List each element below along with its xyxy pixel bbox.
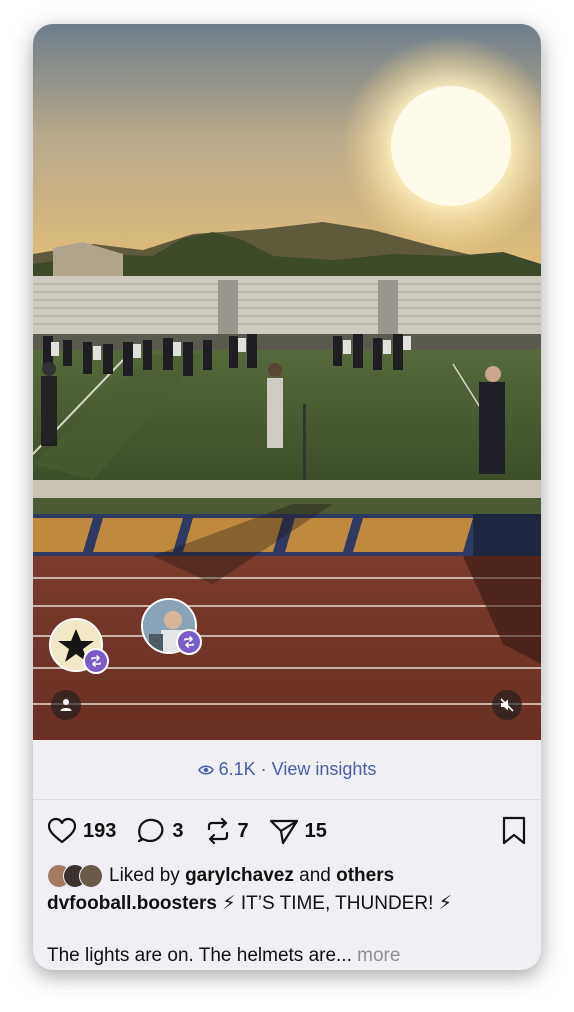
post-card: 6.1K · View insights 193 3 7 15 Liked by… [33, 24, 541, 970]
mute-icon [500, 698, 514, 712]
action-row: 193 3 7 15 [47, 814, 527, 848]
post-photo[interactable] [33, 24, 541, 740]
post-username[interactable]: dvfooball.boosters [47, 893, 217, 914]
more-link[interactable]: more [357, 945, 400, 966]
liker-avatar [79, 864, 103, 888]
heart-icon [47, 817, 77, 844]
repost-button[interactable]: 7 [204, 817, 249, 845]
liked-by-row[interactable]: Liked by garylchavez and others [47, 862, 394, 890]
liked-by-others[interactable]: others [336, 865, 394, 887]
eye-icon [197, 764, 214, 776]
like-count: 193 [83, 819, 117, 842]
share-count: 15 [304, 819, 327, 842]
caption-line-1: dvfooball.boosters ⚡ IT’S TIME, THUNDER!… [47, 890, 537, 918]
view-insights-link[interactable]: View insights [272, 759, 377, 780]
repost-badge-2 [176, 629, 202, 655]
liked-by-user[interactable]: garylchavez [185, 865, 294, 887]
separator: · [255, 759, 272, 779]
caption-line-2: The lights are on. The helmets are... mo… [47, 942, 537, 970]
person-icon [60, 699, 72, 711]
share-button[interactable]: 15 [269, 817, 327, 845]
tagged-people-button[interactable] [51, 690, 81, 720]
mute-button[interactable] [492, 690, 522, 720]
caption-text-1: ⚡ IT’S TIME, THUNDER! ⚡ [222, 893, 452, 914]
comment-count: 3 [172, 819, 184, 842]
send-icon [269, 819, 298, 845]
bookmark-icon [502, 816, 526, 845]
liked-by-prefix: Liked by [109, 865, 180, 886]
comment-button[interactable]: 3 [136, 817, 184, 845]
repost-badge-1 [83, 648, 109, 674]
repost-icon [207, 817, 228, 845]
repost-icon [91, 655, 101, 667]
save-button[interactable] [501, 816, 527, 851]
view-insights-bar[interactable]: 6.1K · View insights [33, 740, 541, 800]
like-button[interactable]: 193 [47, 817, 116, 845]
liked-by-and: and [299, 865, 331, 886]
liker-avatars [47, 864, 103, 888]
repost-count: 7 [237, 819, 249, 842]
caption-text-2: The lights are on. The helmets are... [47, 945, 352, 966]
comment-icon [138, 818, 164, 843]
repost-icon [184, 636, 194, 648]
view-count: 6.1K [218, 759, 256, 779]
